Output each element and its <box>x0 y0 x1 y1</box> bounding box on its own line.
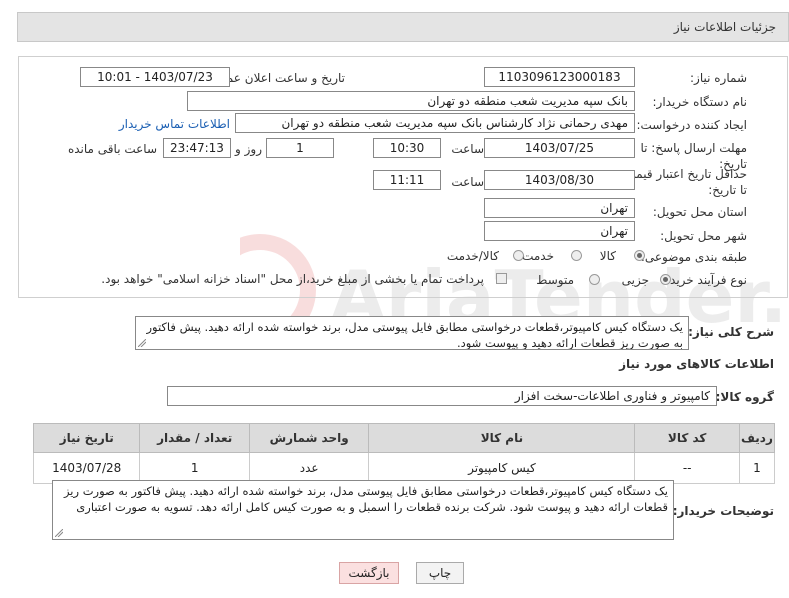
process-option-medium: متوسط <box>536 273 574 287</box>
goods-group-field: کامپیوتر و فناوری اطلاعات-سخت افزار <box>167 386 717 406</box>
province-field: تهران <box>484 198 635 218</box>
process-label: نوع فرآیند خرید : <box>662 273 747 287</box>
process-radio-medium[interactable] <box>589 274 600 285</box>
validity-label: حداقل تاریخ اعتبار قیمت: تا تاریخ: <box>620 167 747 197</box>
category-label: طبقه بندی موضوعی: <box>640 250 747 264</box>
description-textarea: یک دستگاه کیس کامپیوتر،قطعات درخواستی مط… <box>135 316 689 350</box>
back-button[interactable]: بازگشت <box>339 562 399 584</box>
validity-time-field: 11:11 <box>373 170 441 190</box>
cell-date: 1403/07/28 <box>32 452 141 484</box>
cell-unit: عدد <box>248 452 370 484</box>
resize-grip-icon[interactable] <box>138 339 146 347</box>
col-name: نام کالا <box>368 423 636 453</box>
deadline-time-label: ساعت <box>451 142 484 156</box>
contact-info-link[interactable]: اطلاعات تماس خریدار <box>119 117 230 131</box>
col-unit: واحد شمارش <box>248 423 370 453</box>
announce-datetime-field: 1403/07/23 - 10:01 <box>80 67 230 87</box>
remaining-time-field: 23:47:13 <box>163 138 231 158</box>
remaining-label: ساعت باقی مانده <box>67 142 157 156</box>
category-option-service: خدمت <box>522 249 554 263</box>
goods-group-label: گروه کالا: <box>715 390 774 404</box>
goods-table-header: ردیف کد کالا نام کالا واحد شمارش تعداد /… <box>32 423 776 453</box>
need-number-field: 1103096123000183 <box>484 67 635 87</box>
province-label: استان محل تحویل: <box>652 205 747 219</box>
city-label: شهر محل تحویل: <box>660 229 747 243</box>
cell-code: -- <box>634 452 740 484</box>
resize-grip-icon[interactable] <box>55 529 63 537</box>
cell-qty: 1 <box>139 452 250 484</box>
category-radio-service[interactable] <box>571 250 582 261</box>
days-label: روز و <box>235 142 262 156</box>
creator-field: مهدی رحمانی نژاد کارشناس بانک سپه مدیریت… <box>235 113 635 133</box>
buyer-org-label: نام دستگاه خریدار: <box>652 95 748 109</box>
creator-label: ایجاد کننده درخواست: <box>636 118 747 132</box>
description-label: شرح کلی نیاز: <box>688 325 774 339</box>
buyer-notes-text: یک دستگاه کیس کامپیوتر،قطعات درخواستی مط… <box>63 484 668 514</box>
print-button[interactable]: چاپ <box>416 562 464 584</box>
validity-time-label: ساعت <box>451 175 484 189</box>
goods-section-title: اطلاعات کالاهای مورد نیاز <box>619 357 774 371</box>
cell-name: کیس کامپیوتر <box>368 452 636 484</box>
col-code: کد کالا <box>634 423 740 453</box>
payment-checkbox[interactable] <box>496 273 507 284</box>
category-option-goods-service: کالا/خدمت <box>446 249 499 263</box>
buyer-org-field: بانک سپه مدیریت شعب منطقه دو تهران <box>187 91 635 111</box>
category-option-goods: کالا <box>599 249 616 263</box>
goods-table: ردیف کد کالا نام کالا واحد شمارش تعداد /… <box>32 423 776 484</box>
col-row: ردیف <box>738 423 776 453</box>
need-number-label: شماره نیاز: <box>690 71 747 85</box>
days-field: 1 <box>266 138 334 158</box>
category-radio-goods-service[interactable] <box>513 250 524 261</box>
payment-note: پرداخت تمام یا بخشی از مبلغ خرید،از محل … <box>101 272 484 286</box>
buyer-notes-label: توضیحات خریدار: <box>672 504 774 518</box>
description-text: یک دستگاه کیس کامپیوتر،قطعات درخواستی مط… <box>146 320 683 350</box>
process-radio-minor[interactable] <box>660 274 671 285</box>
category-radio-goods[interactable] <box>634 250 645 261</box>
page-header: جزئیات اطلاعات نیاز <box>17 12 789 42</box>
col-date: تاریخ نیاز <box>32 423 141 453</box>
col-qty: تعداد / مقدار <box>139 423 250 453</box>
deadline-date-field: 1403/07/25 <box>484 138 635 158</box>
process-option-minor: جزیی <box>621 273 649 287</box>
buyer-notes-textarea: یک دستگاه کیس کامپیوتر،قطعات درخواستی مط… <box>52 480 674 540</box>
city-field: تهران <box>484 221 635 241</box>
cell-row: 1 <box>738 452 776 484</box>
page-title: جزئیات اطلاعات نیاز <box>673 20 776 34</box>
deadline-time-field: 10:30 <box>373 138 441 158</box>
validity-date-field: 1403/08/30 <box>484 170 635 190</box>
table-row: 1 -- کیس کامپیوتر عدد 1 1403/07/28 <box>32 452 776 484</box>
